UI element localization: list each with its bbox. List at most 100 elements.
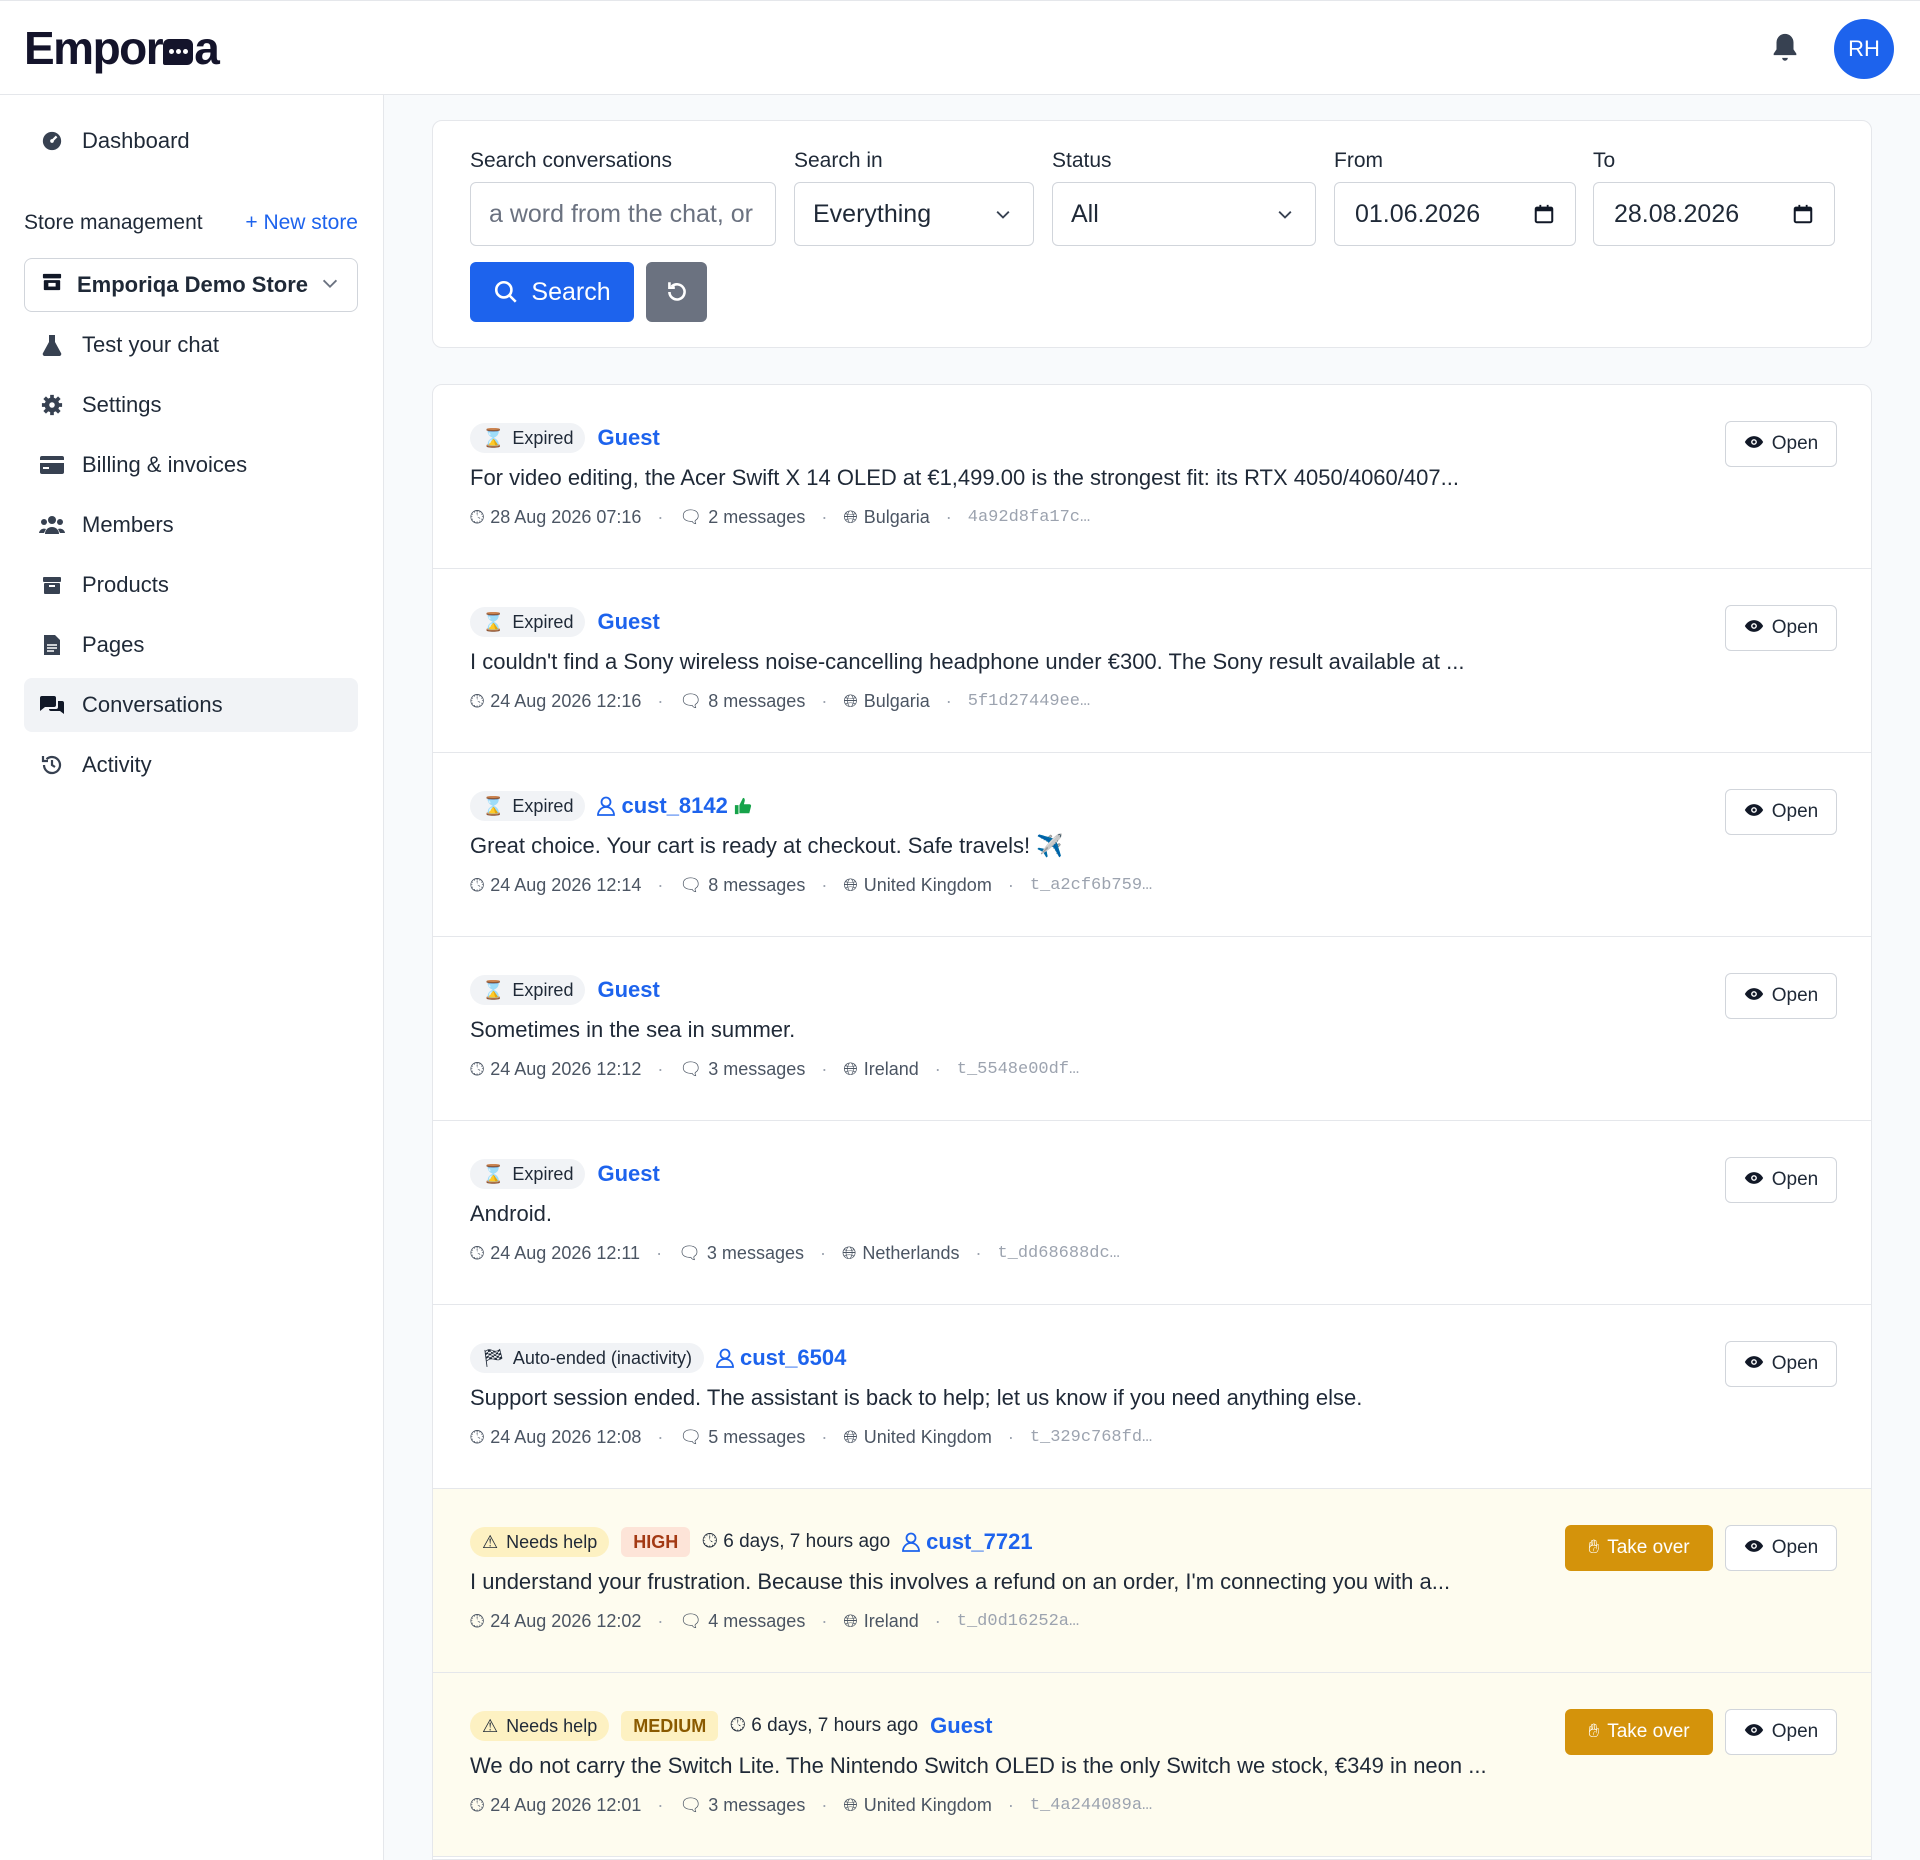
conversation-meta: 🕓︎ 28 Aug 2026 07:16 · 🗨︎ 2 messages · 🌐︎ Bul… bbox=[470, 507, 1091, 527]
open-button[interactable]: Open bbox=[1725, 421, 1837, 467]
open-button[interactable]: Open bbox=[1725, 973, 1837, 1019]
comment-icon: 🗨︎ bbox=[679, 507, 703, 527]
message-count: 8 messages bbox=[708, 691, 806, 711]
bell-icon[interactable] bbox=[1768, 31, 1802, 65]
search-field[interactable] bbox=[470, 182, 776, 246]
conversation-item[interactable]: ⌛ Expired cust_8142 Great choice. Your ca… bbox=[433, 753, 1871, 937]
conversation-item[interactable]: 🏁︎ Auto-ended (inactivity) cust_6504 Supp… bbox=[433, 1305, 1871, 1489]
sidebar-item-dashboard[interactable]: Dashboard bbox=[24, 114, 358, 168]
search-input[interactable] bbox=[489, 199, 775, 229]
to-date-field[interactable]: 28.08.2026 bbox=[1593, 182, 1835, 246]
user-name[interactable]: Guest bbox=[597, 609, 659, 635]
country: Bulgaria bbox=[863, 691, 930, 711]
sidebar-item-conversations[interactable]: Conversations bbox=[24, 678, 358, 732]
search-in-select[interactable]: Everything bbox=[794, 182, 1034, 246]
sidebar-item-activity[interactable]: Activity bbox=[24, 738, 358, 792]
store-icon bbox=[41, 272, 69, 298]
open-button[interactable]: Open bbox=[1725, 1341, 1837, 1387]
conversation-date: 24 Aug 2026 12:01 bbox=[490, 1795, 642, 1815]
message-count: 3 messages bbox=[708, 1059, 806, 1079]
user-link[interactable]: cust_7721 bbox=[902, 1529, 1033, 1555]
status-badge: ⌛ Expired bbox=[470, 1159, 586, 1189]
status-badge: ⌛ Expired bbox=[470, 975, 586, 1005]
open-button[interactable]: Open bbox=[1725, 789, 1837, 835]
avatar[interactable]: RH bbox=[1834, 19, 1894, 79]
open-button[interactable]: Open bbox=[1725, 605, 1837, 651]
sidebar-item-label: Dashboard bbox=[82, 128, 190, 153]
status-label: Status bbox=[1052, 149, 1112, 172]
conversation-meta: 🕓︎ 24 Aug 2026 12:12 · 🗨︎ 3 messages · 🌐︎ Ire… bbox=[470, 1059, 1080, 1079]
sidebar-item-settings[interactable]: Settings bbox=[24, 378, 358, 432]
checkered-flag-icon: 🏁︎ bbox=[482, 1347, 505, 1368]
user-name: cust_7721 bbox=[926, 1529, 1033, 1554]
country: Ireland bbox=[863, 1611, 919, 1631]
conversation-meta: 🕓︎ 24 Aug 2026 12:11 · 🗨︎ 3 messages · 🌐︎ Net… bbox=[470, 1243, 1120, 1263]
sidebar-item-members[interactable]: Members bbox=[24, 498, 358, 552]
conversation-item[interactable]: ⌛ Expired Guest For video editing, the Ac… bbox=[433, 385, 1871, 569]
conversation-item[interactable]: ⌛ Expired Guest I couldn't find a Sony wi… bbox=[433, 569, 1871, 753]
globe-icon: 🌐︎ bbox=[843, 875, 858, 895]
sidebar-item-label: Members bbox=[82, 512, 174, 537]
reset-button[interactable] bbox=[646, 262, 707, 322]
new-store-link[interactable]: + New store bbox=[245, 211, 358, 235]
logo[interactable]: Empor a bbox=[24, 21, 220, 75]
conversation-item[interactable]: ⚠︎ Needs help HIGH 🕓︎ 6 days, 7 hours ago … bbox=[433, 1489, 1871, 1673]
document-icon bbox=[38, 631, 66, 659]
calendar-icon[interactable] bbox=[1792, 203, 1814, 225]
conversation-meta: 🕓︎ 24 Aug 2026 12:08 · 🗨︎ 5 messages · 🌐︎ Uni… bbox=[470, 1427, 1153, 1447]
user-icon bbox=[597, 796, 616, 816]
status-select[interactable]: All bbox=[1052, 182, 1316, 246]
top-bar: Empor a RH bbox=[0, 0, 1920, 95]
open-button[interactable]: Open bbox=[1725, 1525, 1837, 1571]
clock-icon: 🕓︎ bbox=[470, 1795, 485, 1815]
reset-icon bbox=[667, 282, 686, 301]
priority-badge: MEDIUM bbox=[621, 1711, 719, 1741]
conversation-date: 24 Aug 2026 12:02 bbox=[490, 1611, 642, 1631]
sidebar-item-pages[interactable]: Pages bbox=[24, 618, 358, 672]
store-management-header: Store management + New store bbox=[24, 211, 358, 235]
status-badge: ⌛ Expired bbox=[470, 791, 586, 821]
eye-icon bbox=[1744, 1353, 1764, 1375]
search-button[interactable]: Search bbox=[470, 262, 634, 322]
message-count: 5 messages bbox=[708, 1427, 806, 1447]
sidebar-item-products[interactable]: Products bbox=[24, 558, 358, 612]
sidebar-item-label: Products bbox=[82, 572, 169, 597]
user-link[interactable]: cust_6504 bbox=[716, 1345, 846, 1371]
user-name[interactable]: Guest bbox=[597, 425, 659, 451]
hourglass-icon: ⌛ bbox=[482, 1163, 505, 1184]
sidebar-item-billing[interactable]: Billing & invoices bbox=[24, 438, 358, 492]
conversation-meta: 🕓︎ 24 Aug 2026 12:02 · 🗨︎ 4 messages · 🌐︎ Ire… bbox=[470, 1611, 1080, 1631]
globe-icon: 🌐︎ bbox=[843, 1795, 858, 1815]
open-button[interactable]: Open bbox=[1725, 1157, 1837, 1203]
user-link[interactable]: cust_8142 bbox=[597, 793, 751, 819]
from-date-field[interactable]: 01.06.2026 bbox=[1334, 182, 1576, 246]
conversation-date: 24 Aug 2026 12:14 bbox=[490, 875, 642, 895]
store-selector[interactable]: Emporiqa Demo Store bbox=[24, 258, 358, 312]
calendar-icon[interactable] bbox=[1533, 203, 1555, 225]
conversation-item[interactable]: ⌛ Expired Guest Android. 🕓︎ 24 Aug 2026 12… bbox=[433, 1121, 1871, 1305]
eye-icon bbox=[1744, 985, 1764, 1007]
open-button[interactable]: Open bbox=[1725, 1709, 1837, 1755]
comment-icon: 🗨︎ bbox=[679, 1795, 703, 1815]
comment-icon: 🗨︎ bbox=[679, 691, 703, 711]
take-over-button[interactable]: ✋︎ Take over bbox=[1565, 1525, 1713, 1571]
user-name[interactable]: Guest bbox=[597, 1161, 659, 1187]
session-id: t_5548e00df… bbox=[956, 1060, 1080, 1079]
hand-icon: ✋︎ bbox=[1588, 1721, 1600, 1742]
status-badge: 🏁︎ Auto-ended (inactivity) bbox=[470, 1343, 704, 1373]
conversation-item[interactable]: ⌛ Expired Guest Sometimes in the sea in s… bbox=[433, 937, 1871, 1121]
globe-icon: 🌐︎ bbox=[841, 1243, 857, 1263]
clock-icon: 🕓︎ bbox=[470, 507, 485, 527]
take-over-button[interactable]: ✋︎ Take over bbox=[1565, 1709, 1713, 1755]
message-preview: I couldn't find a Sony wireless noise-ca… bbox=[470, 649, 1465, 674]
user-name[interactable]: Guest bbox=[930, 1713, 992, 1739]
sidebar-item-label: Settings bbox=[82, 392, 162, 417]
sidebar-item-test-chat[interactable]: Test your chat bbox=[24, 318, 358, 372]
priority-badge: HIGH bbox=[621, 1527, 691, 1557]
status-badge: ⌛ Expired bbox=[470, 423, 586, 453]
search-in-value: Everything bbox=[813, 199, 932, 228]
country: Netherlands bbox=[862, 1243, 960, 1263]
user-name[interactable]: Guest bbox=[597, 977, 659, 1003]
conversation-item[interactable]: ⚠︎ Needs help MEDIUM 🕓︎ 6 days, 7 hours ag… bbox=[433, 1673, 1871, 1857]
user-icon bbox=[902, 1532, 921, 1552]
